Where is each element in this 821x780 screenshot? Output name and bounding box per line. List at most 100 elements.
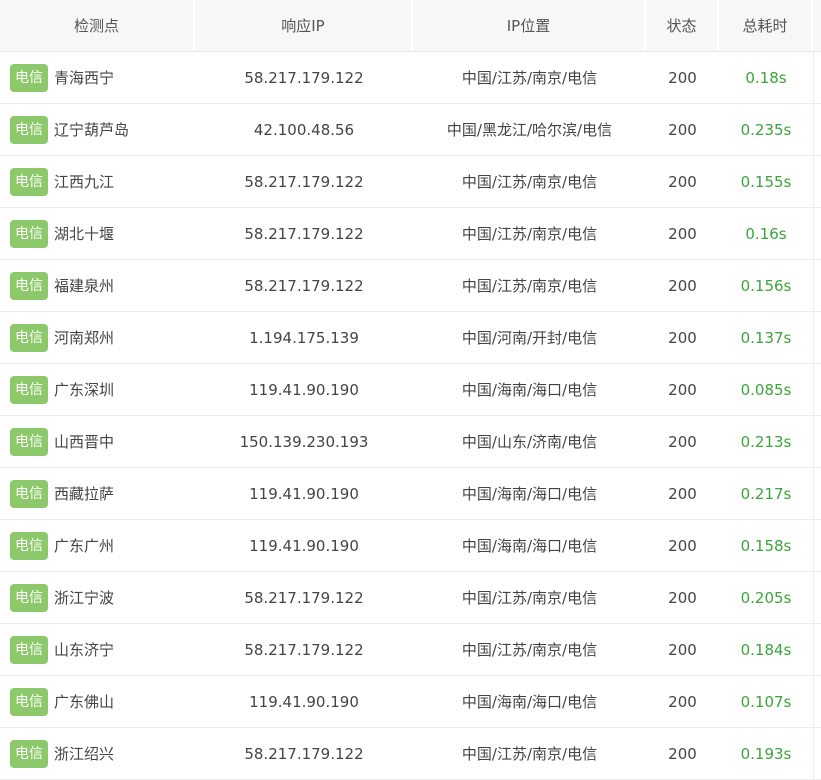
- location-cell: 中国/江苏/南京/电信: [461, 641, 598, 659]
- isp-badge: 电信: [10, 115, 48, 144]
- status-cell: 200: [668, 328, 697, 347]
- node-name: 河南郑州: [54, 329, 115, 347]
- time-cell: 0.16s: [745, 224, 787, 243]
- status-cell: 200: [668, 120, 697, 139]
- location-cell: 中国/江苏/南京/电信: [461, 745, 598, 763]
- node-cell: 电信 河南郑州: [0, 312, 195, 363]
- location-cell: 中国/黑龙江/哈尔滨/电信: [446, 121, 613, 139]
- location-cell: 中国/海南/海口/电信: [461, 693, 598, 711]
- location-cell: 中国/海南/海口/电信: [461, 537, 598, 555]
- header-location[interactable]: IP位置: [413, 0, 646, 51]
- table-row: 电信 广东深圳 119.41.90.190 中国/海南/海口/电信 200 0.085s: [0, 364, 821, 416]
- ip-cell: 58.217.179.122: [244, 172, 364, 191]
- node-name: 浙江宁波: [54, 589, 115, 607]
- table-row: 电信 浙江绍兴 58.217.179.122 中国/江苏/南京/电信 200 0.193s: [0, 728, 821, 780]
- ip-cell: 1.194.175.139: [249, 328, 359, 347]
- extra-cell: [813, 312, 821, 363]
- isp-badge: 电信: [10, 323, 48, 352]
- time-cell: 0.205s: [740, 588, 792, 607]
- location-cell: 中国/山东/济南/电信: [461, 433, 598, 451]
- table-row: 电信 浙江宁波 58.217.179.122 中国/江苏/南京/电信 200 0.205s: [0, 572, 821, 624]
- node-cell: 电信 西藏拉萨: [0, 468, 195, 519]
- time-cell: 0.217s: [740, 484, 792, 503]
- extra-cell: [813, 572, 821, 623]
- node-name: 山东济宁: [54, 641, 115, 659]
- extra-cell: [813, 676, 821, 727]
- isp-badge: 电信: [10, 167, 48, 196]
- location-cell: 中国/江苏/南京/电信: [461, 69, 598, 87]
- table-row: 电信 广东佛山 119.41.90.190 中国/海南/海口/电信 200 0.107s: [0, 676, 821, 728]
- isp-badge: 电信: [10, 375, 48, 404]
- node-name: 广东佛山: [54, 693, 115, 711]
- node-cell: 电信 广东深圳: [0, 364, 195, 415]
- isp-badge: 电信: [10, 739, 48, 768]
- node-cell: 电信 山东济宁: [0, 624, 195, 675]
- table-row: 电信 河南郑州 1.194.175.139 中国/河南/开封/电信 200 0.137s: [0, 312, 821, 364]
- ip-cell: 58.217.179.122: [244, 588, 364, 607]
- location-cell: 中国/海南/海口/电信: [461, 381, 598, 399]
- extra-cell: [813, 260, 821, 311]
- header-status[interactable]: 状态: [646, 0, 719, 51]
- extra-cell: [813, 52, 821, 103]
- node-cell: 电信 福建泉州: [0, 260, 195, 311]
- extra-cell: [813, 156, 821, 207]
- table-header: 检测点 响应IP IP位置 状态 总耗时: [0, 0, 821, 52]
- header-node[interactable]: 检测点: [0, 0, 195, 51]
- node-cell: 电信 江西九江: [0, 156, 195, 207]
- location-cell: 中国/江苏/南京/电信: [461, 277, 598, 295]
- time-cell: 0.155s: [740, 172, 792, 191]
- table-row: 电信 江西九江 58.217.179.122 中国/江苏/南京/电信 200 0.155s: [0, 156, 821, 208]
- header-ip[interactable]: 响应IP: [195, 0, 413, 51]
- status-cell: 200: [668, 692, 697, 711]
- table-row: 电信 青海西宁 58.217.179.122 中国/江苏/南京/电信 200 0.18s: [0, 52, 821, 104]
- results-table: 检测点 响应IP IP位置 状态 总耗时 电信 青海西宁 58.217.179.12…: [0, 0, 821, 780]
- header-time[interactable]: 总耗时: [719, 0, 813, 51]
- isp-badge: 电信: [10, 687, 48, 716]
- extra-cell: [813, 104, 821, 155]
- table-row: 电信 辽宁葫芦岛 42.100.48.56 中国/黑龙江/哈尔滨/电信 200 0.235…: [0, 104, 821, 156]
- ip-cell: 58.217.179.122: [244, 744, 364, 763]
- extra-cell: [813, 520, 821, 571]
- status-cell: 200: [668, 432, 697, 451]
- node-cell: 电信 辽宁葫芦岛: [0, 104, 195, 155]
- status-cell: 200: [668, 172, 697, 191]
- status-cell: 200: [668, 536, 697, 555]
- ip-cell: 150.139.230.193: [239, 432, 369, 451]
- table-body: 电信 青海西宁 58.217.179.122 中国/江苏/南京/电信 200 0.18s 电…: [0, 52, 821, 780]
- ip-cell: 119.41.90.190: [249, 484, 359, 503]
- node-name: 浙江绍兴: [54, 745, 115, 763]
- isp-badge: 电信: [10, 635, 48, 664]
- time-cell: 0.184s: [740, 640, 792, 659]
- time-cell: 0.137s: [740, 328, 792, 347]
- status-cell: 200: [668, 484, 697, 503]
- node-name: 西藏拉萨: [54, 485, 115, 503]
- node-cell: 电信 广东佛山: [0, 676, 195, 727]
- isp-badge: 电信: [10, 583, 48, 612]
- table-row: 电信 广东广州 119.41.90.190 中国/海南/海口/电信 200 0.158s: [0, 520, 821, 572]
- ip-cell: 58.217.179.122: [244, 640, 364, 659]
- node-name: 广东深圳: [54, 381, 115, 399]
- node-cell: 电信 广东广州: [0, 520, 195, 571]
- isp-badge: 电信: [10, 271, 48, 300]
- table-row: 电信 湖北十堰 58.217.179.122 中国/江苏/南京/电信 200 0.16s: [0, 208, 821, 260]
- status-cell: 200: [668, 588, 697, 607]
- extra-cell: [813, 364, 821, 415]
- extra-cell: [813, 416, 821, 467]
- header-extra: [813, 0, 821, 51]
- time-cell: 0.235s: [740, 120, 792, 139]
- node-cell: 电信 青海西宁: [0, 52, 195, 103]
- location-cell: 中国/江苏/南京/电信: [461, 225, 598, 243]
- node-cell: 电信 浙江宁波: [0, 572, 195, 623]
- location-cell: 中国/江苏/南京/电信: [461, 589, 598, 607]
- status-cell: 200: [668, 276, 697, 295]
- time-cell: 0.085s: [740, 380, 792, 399]
- status-cell: 200: [668, 224, 697, 243]
- ip-cell: 42.100.48.56: [253, 120, 355, 139]
- status-cell: 200: [668, 744, 697, 763]
- time-cell: 0.213s: [740, 432, 792, 451]
- ip-cell: 58.217.179.122: [244, 276, 364, 295]
- isp-badge: 电信: [10, 479, 48, 508]
- time-cell: 0.158s: [740, 536, 792, 555]
- ip-cell: 58.217.179.122: [244, 68, 364, 87]
- time-cell: 0.156s: [740, 276, 792, 295]
